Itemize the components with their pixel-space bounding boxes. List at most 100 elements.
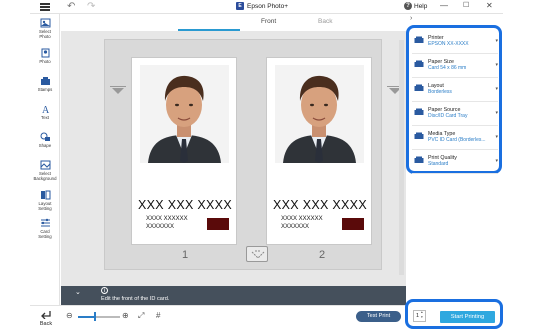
help-button[interactable]: ? Help xyxy=(404,2,427,10)
zoom-slider-fill xyxy=(78,316,95,318)
print-settings-panel: Printer EPSON XX-XXXX ▾ Paper Size Card 54 x… xyxy=(406,25,502,174)
help-icon: ? xyxy=(404,2,412,10)
setting-value: Borderless xyxy=(428,89,452,95)
card-number-2: 2 xyxy=(319,249,326,261)
dropdown-arrow-icon: ▾ xyxy=(495,62,498,68)
hint-text: Edit the front of the ID card. xyxy=(101,296,170,302)
card-number-1: 1 xyxy=(182,249,189,261)
active-tab-indicator xyxy=(178,29,240,31)
tool-photo[interactable]: Photo xyxy=(30,48,60,64)
setting-value: Card 54 x 86 mm xyxy=(428,65,467,71)
card-detail-line-1: XXXX XXXXXX xyxy=(281,216,323,222)
card-photo[interactable] xyxy=(275,65,364,163)
undo-icon[interactable]: ↶ xyxy=(67,1,75,13)
start-printing-button[interactable]: Start Printing xyxy=(440,311,495,323)
back-arrow-icon xyxy=(41,311,51,320)
back-label: Back xyxy=(39,321,53,327)
card-details[interactable]: XXXX XXXXXX XXXXXXX xyxy=(281,216,323,231)
setting-value: EPSON XX-XXXX xyxy=(428,41,469,47)
card-photo[interactable] xyxy=(140,65,229,163)
app-logo-icon: E xyxy=(236,2,244,10)
minimize-icon[interactable]: — xyxy=(440,1,448,10)
tool-label-line: Stamps xyxy=(37,87,53,92)
app-title-text: Epson Photo+ xyxy=(247,2,289,10)
card-name-text[interactable]: XXX XXX XXXX xyxy=(267,198,373,212)
zoom-slider-thumb[interactable] xyxy=(93,312,96,321)
text-icon: A xyxy=(42,105,50,114)
info-icon: i xyxy=(101,287,108,294)
help-label: Help xyxy=(414,2,428,10)
card-detail-line-2: XXXXXXX xyxy=(146,223,175,230)
paper-size-icon xyxy=(414,60,424,67)
setting-value: Standard xyxy=(428,161,449,167)
dropdown-arrow-icon: ▾ xyxy=(495,134,498,140)
zoom-out-icon[interactable]: ⊖ xyxy=(66,311,73,320)
tool-label-line: Photo xyxy=(39,59,51,64)
swap-cards-button[interactable] xyxy=(246,246,268,262)
back-button[interactable]: Back xyxy=(36,310,56,327)
tool-label-line: Setting xyxy=(38,234,52,239)
setting-print-quality[interactable]: Print Quality Standard ▾ xyxy=(412,151,498,174)
tool-shape[interactable]: Shape xyxy=(30,132,60,148)
dropdown-arrow-icon: ▾ xyxy=(495,86,498,92)
close-icon[interactable]: ✕ xyxy=(486,1,493,10)
eject-line-left xyxy=(110,86,126,87)
id-card-2[interactable]: XXX XXX XXXX XXXX XXXXXX XXXXXXX xyxy=(266,57,372,245)
grid-icon[interactable]: # xyxy=(156,311,160,320)
select-photo-icon xyxy=(40,18,50,28)
copies-stepper-icon[interactable]: ▴ ▾ xyxy=(421,310,423,320)
tool-select-background[interactable]: Select Background xyxy=(30,160,60,181)
tab-back[interactable]: Back xyxy=(318,18,332,25)
tool-select-photo[interactable]: Select Photo xyxy=(30,18,60,39)
zoom-in-icon[interactable]: ⊕ xyxy=(122,311,129,320)
card-name-text[interactable]: XXX XXX XXXX xyxy=(132,198,238,212)
setting-value: PVC ID Card (Borderles... xyxy=(428,137,486,143)
tool-layout-setting[interactable]: Layout Setting xyxy=(30,190,60,211)
copies-input[interactable]: 1 xyxy=(413,310,426,322)
photo-icon xyxy=(41,48,49,58)
card-setting-icon xyxy=(40,218,50,227)
card-color-block[interactable] xyxy=(207,218,229,230)
app-title: E Epson Photo+ xyxy=(236,2,288,10)
media-type-icon xyxy=(414,132,424,139)
setting-layout[interactable]: Layout Borderless ▾ xyxy=(412,79,498,102)
dropdown-arrow-icon: ▾ xyxy=(495,110,498,116)
setting-value: Disc/ID Card Tray xyxy=(428,113,468,119)
card-details[interactable]: XXXX XXXXXX XXXXXXX xyxy=(146,216,188,231)
card-color-block[interactable] xyxy=(342,218,364,230)
maximize-icon[interactable]: ☐ xyxy=(463,1,469,9)
dropdown-arrow-icon: ▾ xyxy=(495,38,498,44)
redo-icon[interactable]: ↷ xyxy=(87,1,95,13)
setting-paper-source[interactable]: Paper Source Disc/ID Card Tray ▾ xyxy=(412,103,498,126)
collapse-hint-icon[interactable]: ⌄ xyxy=(75,288,81,296)
hint-bar: ⌄ i Edit the front of the ID card. xyxy=(61,286,406,305)
dropdown-arrow-icon: ▾ xyxy=(495,158,498,164)
test-print-button[interactable]: Test Print xyxy=(356,311,401,322)
tool-label-line: Text xyxy=(41,115,49,120)
setting-printer[interactable]: Printer EPSON XX-XXXX ▾ xyxy=(412,31,498,54)
printer-icon xyxy=(414,36,424,43)
tool-label-line: Shape xyxy=(38,143,52,148)
setting-paper-size[interactable]: Paper Size Card 54 x 86 mm ▾ xyxy=(412,55,498,78)
shape-icon xyxy=(40,132,50,141)
id-card-1[interactable]: XXX XXX XXXX XXXX XXXXXX XXXXXXX xyxy=(131,57,237,245)
stamps-icon xyxy=(40,77,50,85)
collapse-panel-icon[interactable]: › xyxy=(410,15,412,22)
tool-text[interactable]: A Text xyxy=(30,104,60,120)
tab-front[interactable]: Front xyxy=(261,18,276,25)
fit-to-window-icon[interactable]: ⤢ xyxy=(138,311,144,321)
layout-setting-icon xyxy=(40,190,50,200)
tool-label-line: Background xyxy=(33,176,57,181)
paper-source-icon xyxy=(414,108,424,115)
tool-card-setting[interactable]: Card Setting xyxy=(30,218,60,239)
tool-label-line: Photo xyxy=(39,34,51,39)
setting-media-type[interactable]: Media Type PVC ID Card (Borderles... ▾ xyxy=(412,127,498,150)
layout-icon xyxy=(414,84,424,91)
swap-arrows-icon xyxy=(251,250,265,259)
menu-icon[interactable] xyxy=(30,0,59,14)
tool-stamps[interactable]: Stamps xyxy=(30,76,60,92)
card-detail-line-2: XXXXXXX xyxy=(281,223,310,230)
card-detail-line-1: XXXX XXXXXX xyxy=(146,216,188,222)
print-quality-icon xyxy=(414,156,424,163)
canvas-scrollbar[interactable] xyxy=(399,40,404,275)
